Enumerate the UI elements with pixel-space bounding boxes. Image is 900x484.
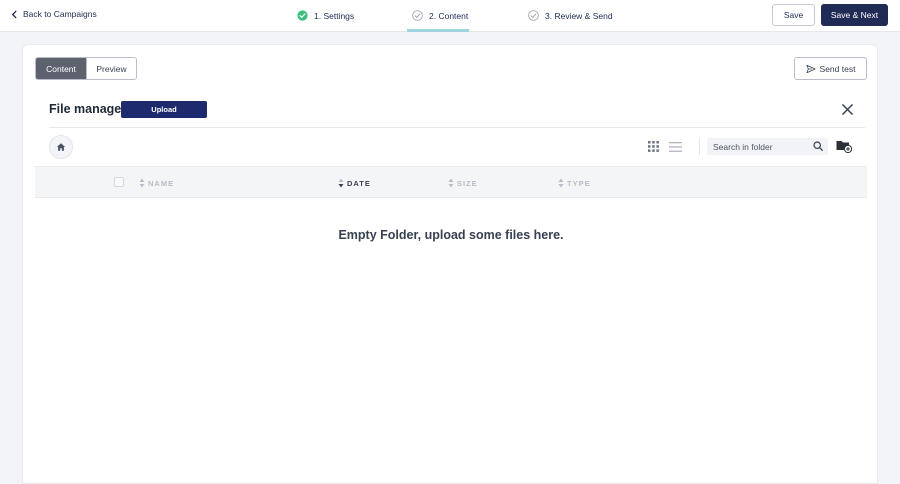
column-type[interactable]: TYPE xyxy=(558,178,591,188)
editor-tabs: Content Preview xyxy=(35,57,137,80)
list-view-icon[interactable] xyxy=(669,142,682,152)
divider xyxy=(49,127,865,128)
top-bar: Back to Campaigns 1. Settings 2. Content… xyxy=(0,0,900,32)
column-label: SIZE xyxy=(457,178,478,188)
close-icon[interactable] xyxy=(841,103,854,116)
send-test-button[interactable]: Send test xyxy=(794,57,867,80)
sort-icon xyxy=(558,178,564,188)
step-label: 2. Content xyxy=(429,10,469,21)
back-label: Back to Campaigns xyxy=(23,9,97,19)
column-size[interactable]: SIZE xyxy=(448,178,478,188)
add-folder-icon[interactable] xyxy=(836,139,852,153)
tab-content[interactable]: Content xyxy=(36,58,86,79)
back-to-campaigns-link[interactable]: Back to Campaigns xyxy=(10,9,97,19)
save-button[interactable]: Save xyxy=(772,4,815,26)
search-input[interactable] xyxy=(713,140,811,153)
step-review-send[interactable]: 3. Review & Send xyxy=(528,10,613,21)
empty-folder-message: Empty Folder, upload some files here. xyxy=(338,228,564,242)
search-box xyxy=(707,138,828,155)
column-name[interactable]: NAME xyxy=(139,178,174,188)
tab-preview[interactable]: Preview xyxy=(86,58,136,79)
column-label: TYPE xyxy=(567,178,591,188)
paper-plane-icon xyxy=(805,64,816,73)
file-manager-title: File manager xyxy=(49,102,127,116)
sort-icon xyxy=(338,178,344,188)
sort-icon xyxy=(139,178,145,188)
step-settings[interactable]: 1. Settings xyxy=(297,10,354,21)
column-label: NAME xyxy=(148,178,175,188)
file-table-header: NAME DATE SIZE TYPE xyxy=(35,166,867,198)
check-circle-icon xyxy=(297,10,308,21)
toolbar-separator xyxy=(699,138,700,155)
home-folder-button[interactable] xyxy=(49,135,73,159)
step-content[interactable]: 2. Content xyxy=(412,10,468,21)
column-date[interactable]: DATE xyxy=(338,178,371,188)
search-icon[interactable] xyxy=(813,141,823,151)
editor-card: Content Preview Send test File manager U… xyxy=(22,44,878,484)
save-and-next-button[interactable]: Save & Next xyxy=(821,4,888,26)
sort-icon xyxy=(448,178,454,188)
upload-button[interactable]: Upload xyxy=(121,101,207,118)
grid-view-icon[interactable] xyxy=(648,141,659,152)
select-all-checkbox[interactable] xyxy=(114,177,124,187)
step-label: 1. Settings xyxy=(314,10,355,21)
column-label: DATE xyxy=(347,178,371,188)
check-circle-icon xyxy=(412,10,423,21)
active-step-indicator xyxy=(407,29,469,32)
check-circle-icon xyxy=(528,10,539,21)
step-label: 3. Review & Send xyxy=(545,10,613,21)
home-icon xyxy=(56,143,66,151)
send-test-label: Send test xyxy=(819,63,856,74)
chevron-left-icon xyxy=(11,10,17,18)
